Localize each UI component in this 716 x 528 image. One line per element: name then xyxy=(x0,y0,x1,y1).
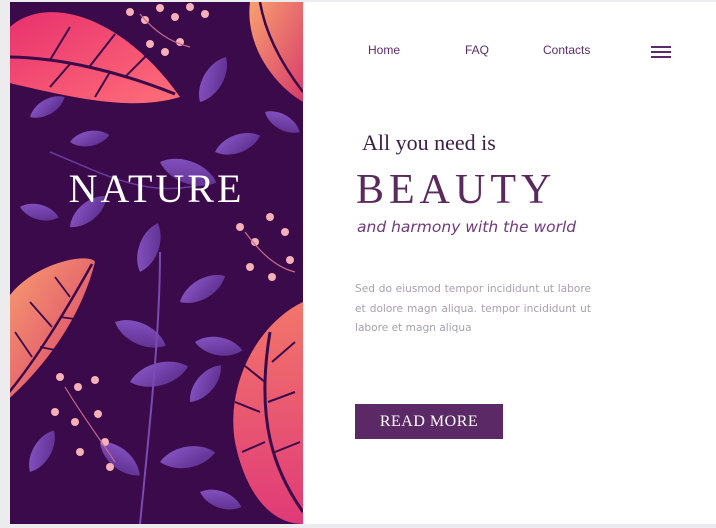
hero-art-title: NATURE xyxy=(68,166,245,211)
page-frame: NATURE Home FAQ Contacts All you need is… xyxy=(10,2,716,524)
menu-bar-line xyxy=(651,56,671,58)
nav-link-contacts[interactable]: Contacts xyxy=(543,43,590,57)
headline-big: BEAUTY xyxy=(356,167,557,213)
hamburger-menu-icon[interactable] xyxy=(651,46,671,58)
menu-bar-line xyxy=(651,51,671,53)
top-navigation: Home FAQ Contacts xyxy=(10,40,716,64)
nature-illustration-panel: NATURE xyxy=(10,2,303,524)
botanical-leaves-illustration xyxy=(10,2,303,524)
tagline: and harmony with the world xyxy=(357,218,577,236)
read-more-button[interactable]: READ MORE xyxy=(355,404,503,439)
headline-small: All you need is xyxy=(362,130,496,155)
nav-link-faq[interactable]: FAQ xyxy=(465,43,489,57)
body-paragraph: Sed do eiusmod tempor incididunt ut labo… xyxy=(355,283,591,334)
nav-link-home[interactable]: Home xyxy=(368,43,400,57)
menu-bar-line xyxy=(651,46,671,48)
